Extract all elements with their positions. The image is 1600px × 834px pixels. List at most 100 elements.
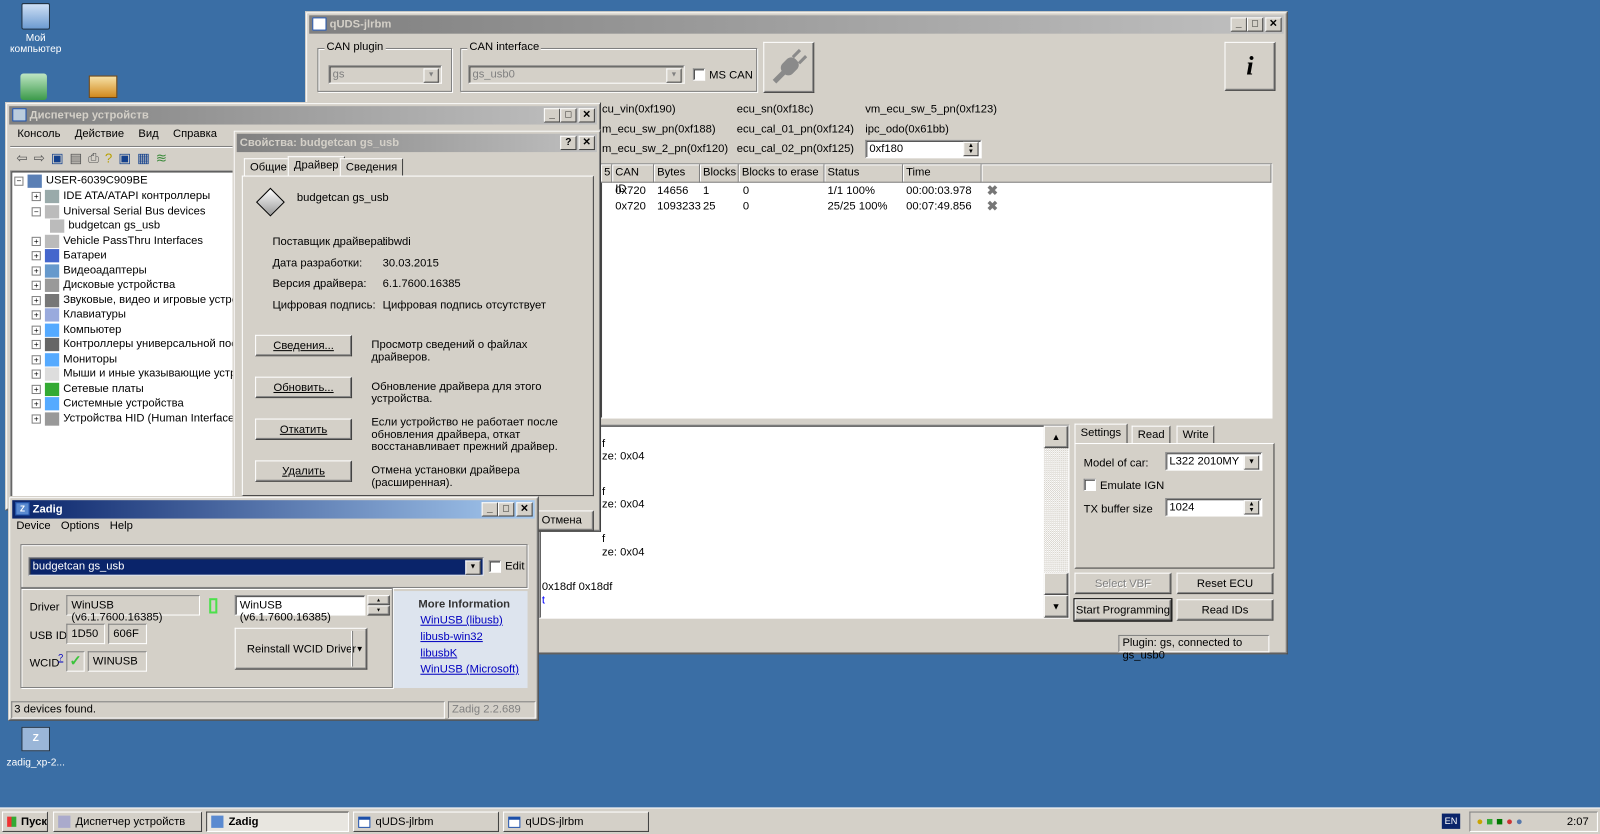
wcid-help-link[interactable]: ? — [58, 652, 63, 662]
tab-write[interactable]: Write — [1176, 425, 1215, 445]
tree-item[interactable]: +Контроллеры универсальной последователь… — [31, 337, 236, 351]
expand-icon[interactable]: + — [31, 295, 41, 305]
driver-action-button[interactable]: Сведения... — [255, 334, 353, 357]
desktop-icon-my-computer[interactable]: Мой компьютер — [0, 3, 71, 55]
maximize-button[interactable]: □ — [1246, 17, 1264, 32]
log-output[interactable]: f ze: 0x04 f ze: 0x04 f ze: 0x04 0x18df … — [538, 424, 1070, 619]
close-button[interactable]: ✕ — [516, 502, 533, 517]
tree-item[interactable]: + Видеоадаптеры — [31, 263, 147, 278]
language-indicator[interactable]: EN — [1441, 813, 1461, 829]
antivirus-icon[interactable]: ■ — [1496, 816, 1503, 828]
maximize-button[interactable]: □ — [560, 108, 577, 123]
expand-icon[interactable]: + — [31, 384, 41, 394]
expand-icon[interactable]: + — [31, 265, 41, 276]
table-row[interactable]: 0x720 14656 1 0 1/1 100% 00:00:03.978 ✖ — [601, 183, 1271, 200]
can-interface-select[interactable]: gs_usb0 ▼ — [468, 65, 685, 84]
tree-item[interactable]: + Vehicle PassThru Interfaces — [31, 234, 203, 248]
link-winusb-libusb[interactable]: WinUSB (libusb) — [420, 615, 502, 627]
column-header[interactable]: Blocks to erase — [738, 164, 825, 183]
info-button[interactable]: i — [1224, 41, 1276, 91]
minimize-button[interactable]: _ — [481, 502, 498, 517]
update-driver-icon[interactable]: ≋ — [156, 150, 167, 166]
scroll-up-icon[interactable]: ▲ — [1043, 425, 1069, 449]
column-header[interactable]: 5 — [601, 164, 613, 183]
task-zadig[interactable]: Zadig — [206, 811, 349, 832]
console-tree-icon[interactable]: ▣ — [51, 150, 64, 166]
properties-icon[interactable]: ▤ — [69, 150, 82, 166]
id-label[interactable]: ecu_cal_01_pn(0xf124) — [737, 124, 854, 136]
maximize-button[interactable]: □ — [497, 502, 515, 517]
menu-options[interactable]: Options — [56, 519, 105, 533]
link-libusb-win32[interactable]: libusb-win32 — [420, 631, 482, 643]
menu-action[interactable]: Действие — [68, 127, 132, 141]
tx-buffer-input[interactable]: 1024 ▲ ▼ — [1165, 498, 1263, 517]
close-button[interactable]: ✕ — [578, 108, 595, 123]
tab-general[interactable]: Общие — [243, 158, 294, 177]
id-label[interactable]: ipc_odo(0x61bb) — [865, 124, 949, 136]
ms-can-checkbox[interactable] — [692, 68, 706, 81]
expand-icon[interactable]: + — [31, 191, 41, 201]
driver-action-button[interactable]: Обновить... — [255, 376, 353, 399]
chevron-down-icon[interactable]: ▼ — [352, 630, 366, 667]
target-driver-field[interactable]: WinUSB (v6.1.7600.16385) — [234, 595, 366, 624]
tree-item[interactable]: + Системные устройства — [31, 396, 184, 410]
expand-icon[interactable]: + — [31, 236, 41, 246]
column-header[interactable]: Status — [824, 164, 904, 183]
log-scrollbar[interactable]: ▲ ▼ — [1043, 425, 1069, 618]
expand-icon[interactable]: + — [31, 339, 41, 349]
cancel-button[interactable]: Отмена — [529, 510, 594, 531]
delete-icon[interactable]: ✖ — [987, 198, 998, 214]
menu-console[interactable]: Консоль — [10, 127, 67, 141]
network-icon[interactable]: ■ — [1486, 816, 1493, 828]
driver-up-icon[interactable]: ▲ — [367, 595, 390, 606]
shield-icon[interactable]: ● — [1477, 816, 1484, 828]
quds-title-bar[interactable]: qUDS-jlrbm _ □ ✕ — [309, 15, 1284, 34]
minimize-button[interactable]: _ — [543, 108, 561, 123]
expand-icon[interactable]: + — [31, 354, 41, 364]
emulate-ign-checkbox[interactable] — [1083, 478, 1096, 492]
reinstall-driver-button[interactable]: Reinstall WCID Driver ▼ — [234, 627, 368, 670]
id-label[interactable]: ecu_cal_02_pn(0xf125) — [737, 143, 854, 155]
print-icon[interactable]: ⎙ — [88, 150, 99, 166]
tree-item[interactable]: + Клавиатуры — [31, 307, 126, 322]
link-winusb-microsoft[interactable]: WinUSB (Microsoft) — [420, 664, 519, 676]
start-button[interactable]: Пуск — [2, 811, 48, 832]
did-input[interactable]: 0xf180 ▲ ▼ — [865, 139, 982, 159]
tree-item[interactable]: + Сетевые платы — [31, 382, 144, 396]
update-icon[interactable]: ● — [1516, 816, 1523, 828]
column-header[interactable]: Time — [903, 164, 982, 183]
id-label[interactable]: cu_vin(0xf190) — [602, 103, 676, 115]
props-title-bar[interactable]: Свойства: budgetcan gs_usb ? ✕ — [236, 133, 597, 153]
tree-item[interactable]: + Дисковые устройства — [31, 278, 175, 292]
task-quds-2[interactable]: qUDS-jlrbm — [503, 811, 649, 832]
read-ids-button[interactable]: Read IDs — [1176, 599, 1274, 621]
scroll-thumb[interactable] — [1043, 572, 1069, 596]
help-button[interactable]: ? — [560, 135, 577, 151]
devmgr-title-bar[interactable]: Диспетчер устройств _ □ ✕ — [9, 106, 597, 125]
id-label[interactable]: vm_ecu_sw_5_pn(0xf123) — [865, 103, 997, 115]
clock[interactable]: 2:07 — [1567, 816, 1589, 828]
expand-icon[interactable]: + — [31, 413, 41, 424]
tree-item[interactable]: budgetcan gs_usb — [49, 218, 160, 233]
tab-details[interactable]: Сведения — [339, 158, 404, 177]
delete-icon[interactable]: ✖ — [987, 183, 998, 199]
tab-settings[interactable]: Settings — [1074, 423, 1128, 445]
reset-ecu-button[interactable]: Reset ECU — [1176, 572, 1274, 595]
tree-item[interactable]: + IDE ATA/ATAPI контроллеры — [31, 189, 210, 203]
zadig-title-bar[interactable]: Z Zadig _ □ ✕ — [12, 500, 535, 519]
menu-help[interactable]: Help — [105, 519, 138, 533]
recycle-bin-icon[interactable] — [20, 73, 47, 101]
forward-icon[interactable]: ⇨ — [34, 150, 45, 166]
tree-item[interactable]: + Компьютер — [31, 323, 121, 337]
menu-device[interactable]: Device — [11, 519, 56, 533]
spinner-icon[interactable]: ▲ ▼ — [963, 141, 979, 157]
connect-button[interactable] — [763, 41, 815, 93]
task-quds-1[interactable]: qUDS-jlrbm — [353, 811, 499, 832]
menu-view[interactable]: Вид — [131, 127, 166, 141]
id-label[interactable]: m_ecu_sw_2_pn(0xf120) — [602, 143, 728, 155]
tree-item[interactable]: + Батареи — [31, 248, 107, 262]
driver-action-button[interactable]: Удалить — [255, 460, 353, 482]
security-icon[interactable]: ● — [1506, 816, 1513, 828]
task-device-manager[interactable]: Диспетчер устройств — [53, 811, 203, 832]
tree-item[interactable]: +Звуковые, видео и игровые устройства — [31, 293, 236, 307]
